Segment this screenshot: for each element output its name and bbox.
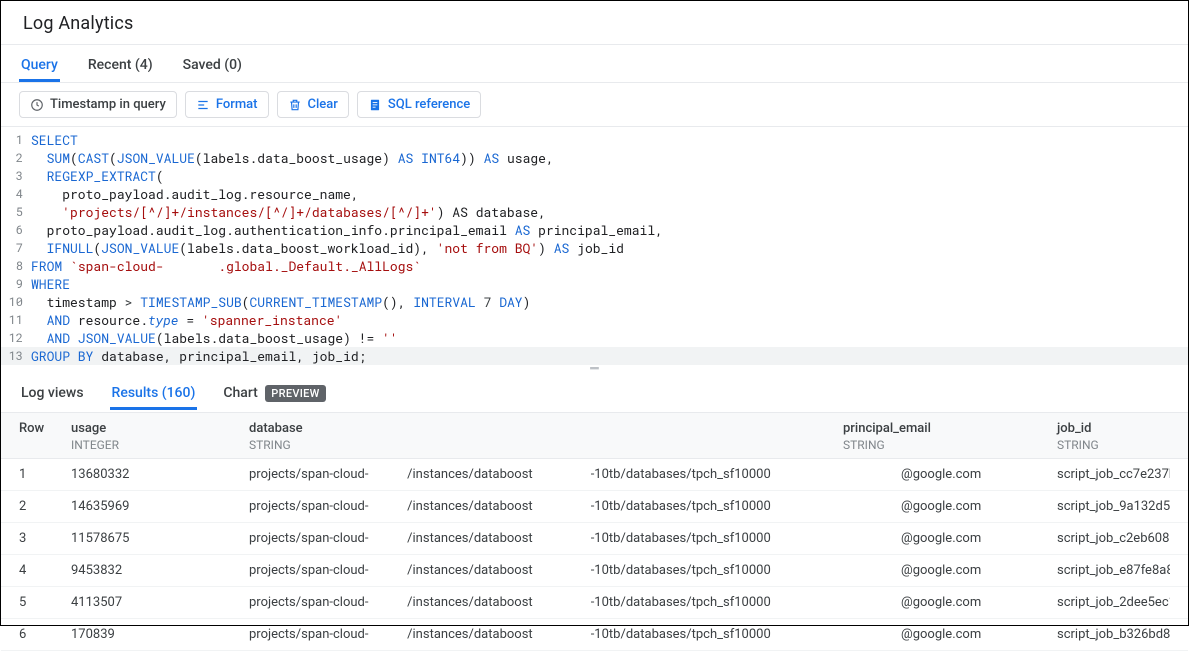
cell-email: xxxxxxxxx@google.com [843,499,1057,514]
cell-database: projects/span-cloud-xxxxxx/instances/dat… [249,499,843,514]
cell-database: projects/span-cloud-xxxxxx/instances/dat… [249,563,843,578]
cell-database: projects/span-cloud-xxxxxx/instances/dat… [249,627,843,642]
cell-jobid: script_job_c2eb60835 [1057,531,1170,546]
tab-chart[interactable]: Chart PREVIEW [221,375,327,410]
cell-email: xxxxxxxxx@google.com [843,531,1057,546]
document-icon [368,98,382,112]
cell-email: xxxxxxxxx@google.com [843,467,1057,482]
sqlref-label: SQL reference [388,97,470,112]
tab-saved[interactable]: Saved (0) [181,47,244,82]
query-toolbar: Timestamp in query Format Clear SQL refe… [1,83,1188,127]
format-icon [196,98,210,112]
results-table: Row usageINTEGER databaseSTRING principa… [1,413,1188,651]
table-row[interactable]: 214635969projects/span-cloud-xxxxxx/inst… [1,491,1188,523]
cell-email: xxxxxxxxx@google.com [843,627,1057,642]
tab-logviews[interactable]: Log views [19,375,86,410]
cell-jobid: script_job_b326bd8ef [1057,627,1170,642]
cell-database: projects/span-cloud-xxxxxx/instances/dat… [249,467,843,482]
clear-button[interactable]: Clear [277,91,349,118]
page-header: Log Analytics [1,1,1188,45]
cell-rownum: 1 [19,467,71,482]
cell-rownum: 4 [19,563,71,578]
cell-email: xxxxxxxxx@google.com [843,595,1057,610]
cell-rownum: 3 [19,531,71,546]
cell-rownum: 2 [19,499,71,514]
results-tabs: Log views Results (160) Chart PREVIEW [1,373,1188,413]
cell-jobid: script_job_2dee5ec16 [1057,595,1170,610]
cell-usage: 9453832 [71,563,249,578]
timestamp-button[interactable]: Timestamp in query [19,91,177,118]
preview-badge: PREVIEW [265,385,325,402]
top-tabs: Query Recent (4) Saved (0) [1,45,1188,83]
cell-usage: 4113507 [71,595,249,610]
trash-icon [288,98,302,112]
tab-query[interactable]: Query [19,47,60,82]
cell-rownum: 6 [19,627,71,642]
cell-usage: 11578675 [71,531,249,546]
table-header: Row usageINTEGER databaseSTRING principa… [1,413,1188,459]
cell-database: projects/span-cloud-xxxxxx/instances/dat… [249,531,843,546]
cell-usage: 13680332 [71,467,249,482]
cell-rownum: 5 [19,595,71,610]
cell-database: projects/span-cloud-xxxxxx/instances/dat… [249,595,843,610]
cell-email: xxxxxxxxx@google.com [843,563,1057,578]
clear-label: Clear [308,97,338,112]
tab-results[interactable]: Results (160) [110,375,198,410]
sql-reference-button[interactable]: SQL reference [357,91,481,118]
cell-usage: 170839 [71,627,249,642]
table-row[interactable]: 113680332projects/span-cloud-xxxxxx/inst… [1,459,1188,491]
timestamp-label: Timestamp in query [50,97,166,112]
sql-editor[interactable]: 1SELECT 2 SUM(CAST(JSON_VALUE(labels.dat… [1,127,1188,365]
clock-icon [30,98,44,112]
cell-jobid: script_job_e87fe8a8a [1057,563,1170,578]
table-row[interactable]: 311578675projects/span-cloud-xxxxxx/inst… [1,523,1188,555]
table-row[interactable]: 6170839projects/span-cloud-xxxxxx/instan… [1,619,1188,651]
table-row[interactable]: 49453832projects/span-cloud-xxxxxx/insta… [1,555,1188,587]
table-row[interactable]: 54113507projects/span-cloud-xxxxxx/insta… [1,587,1188,619]
cell-jobid: script_job_9a132d5d7 [1057,499,1170,514]
tab-recent[interactable]: Recent (4) [86,47,155,82]
format-label: Format [216,97,258,112]
cell-jobid: script_job_cc7e237ba [1057,467,1170,482]
format-button[interactable]: Format [185,91,269,118]
cell-usage: 14635969 [71,499,249,514]
page-title: Log Analytics [23,13,1166,34]
